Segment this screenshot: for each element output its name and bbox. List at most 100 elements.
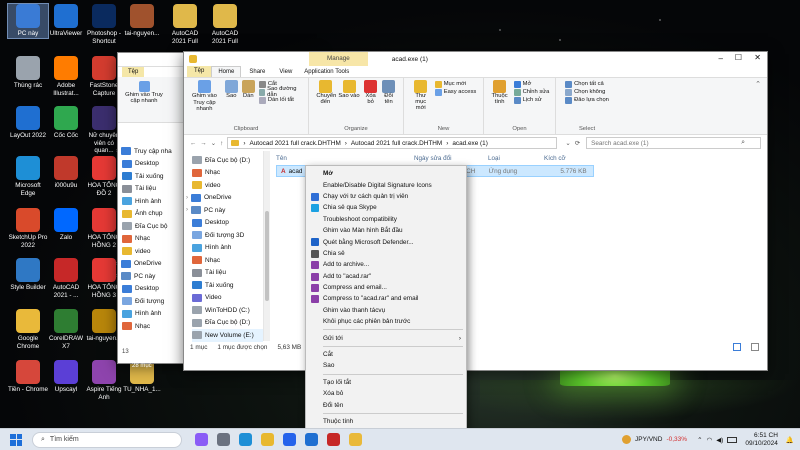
nav-item-video[interactable]: video bbox=[192, 179, 263, 192]
menu-item-add-to-acad-rar[interactable]: Add to "acad.rar" bbox=[306, 271, 466, 282]
desktop-icon-thung-rac[interactable]: Thùng rác bbox=[8, 56, 48, 90]
copy-button[interactable]: Sao bbox=[224, 80, 238, 99]
volume-icon[interactable]: ◀) bbox=[716, 436, 723, 444]
nav-item-dia-cuc-bo-d[interactable]: Đĩa Cục bộ (D:) bbox=[192, 317, 263, 330]
mail-icon[interactable] bbox=[304, 433, 318, 446]
nav-item-onedrive[interactable]: › OneDrive bbox=[116, 258, 180, 271]
menu-item-compress-and-email[interactable]: Compress and email... bbox=[306, 282, 466, 293]
notifications-icon[interactable]: 🔔 bbox=[786, 436, 794, 444]
nav-item-dia-cuc-bo-d[interactable]: Đĩa Cục bộ (D:) bbox=[192, 154, 263, 167]
clock[interactable]: 6:51 CH 09/10/2024 bbox=[745, 432, 778, 447]
task-view-icon[interactable] bbox=[216, 433, 230, 446]
pin-quick-access-button[interactable]: Ghim vào Truy cập nhanh bbox=[188, 80, 221, 113]
desktop-icon-microsoft-edge[interactable]: Microsoft Edge bbox=[8, 156, 48, 197]
nav-item-anh-chup[interactable]: Ảnh chụp bbox=[122, 208, 180, 221]
recent-dropdown-icon[interactable]: ⌄ bbox=[211, 139, 216, 147]
tab-file[interactable]: Tệp bbox=[187, 66, 212, 77]
breadcrumb-item[interactable]: Autocad 2021 full crack.DHTHM bbox=[249, 140, 340, 147]
context-menu[interactable]: Mở Enable/Disable Digital Signature Icons… bbox=[305, 165, 467, 432]
desktop-icon-layout-2022[interactable]: LayOut 2022 bbox=[8, 106, 48, 140]
menu-item-add-to-archive[interactable]: Add to archive... bbox=[306, 259, 466, 270]
menu-item-enable-disable-digital-signature-icons[interactable]: Enable/Disable Digital Signature Icons bbox=[306, 179, 466, 190]
column-date[interactable]: Ngày sửa đổi bbox=[414, 155, 488, 162]
menu-item-compress-to-acad-rar-and-email[interactable]: Compress to "acad.rar" and email bbox=[306, 293, 466, 304]
nav-item-truy-cap-nha[interactable]: › Truy cập nha bbox=[116, 145, 180, 158]
menu-item-gui-toi[interactable]: Gửi tới › bbox=[306, 332, 466, 343]
select-all-button[interactable]: Chọn tất cả bbox=[565, 80, 609, 88]
desktop-icon-tien-chrome[interactable]: Tiền - Chrome bbox=[8, 360, 48, 394]
nav-item-wintohdd-c[interactable]: WinToHDD (C:) bbox=[192, 304, 263, 317]
nav-item-doi-tuong-3d[interactable]: Đối tượng 3D bbox=[192, 229, 263, 242]
nav-item-hinh-anh[interactable]: Hình ảnh bbox=[192, 242, 263, 255]
desktop-icon-autocad-2021[interactable]: AutoCAD 2021 - ... bbox=[46, 258, 86, 299]
refresh-icon[interactable]: ⟳ bbox=[575, 139, 580, 147]
desktop-icon-adobe-illustrat[interactable]: Adobe Illustrat... bbox=[46, 56, 86, 97]
nav-item-tai-xuong[interactable]: Tải xuống bbox=[192, 279, 263, 292]
windows-start-icon[interactable] bbox=[10, 433, 22, 446]
new-item-button[interactable]: Mục mới bbox=[434, 80, 477, 88]
move-to-button[interactable]: Chuyển đến bbox=[316, 80, 336, 105]
forward-arrow-icon[interactable]: → bbox=[200, 140, 206, 147]
desktop-icon-google-chrome[interactable]: Google Chrome bbox=[8, 309, 48, 350]
close-icon[interactable]: ✕ bbox=[754, 53, 761, 62]
nav-item-doi-tuong[interactable]: Đối tượng bbox=[122, 295, 180, 308]
tab-view[interactable]: View bbox=[273, 69, 298, 75]
menu-item-doi-ten[interactable]: Đổi tên bbox=[306, 399, 466, 410]
copilot-icon[interactable] bbox=[194, 433, 208, 446]
rename-button[interactable]: Đổi tên bbox=[382, 80, 396, 105]
nav-item-pc-nay[interactable]: › PC này bbox=[116, 270, 180, 283]
tab-application-tools[interactable]: Application Tools bbox=[298, 69, 355, 75]
nav-item-desktop[interactable]: Desktop bbox=[122, 158, 180, 171]
desktop-icon-photoshop-shortcut[interactable]: Photoshop - Shortcut bbox=[84, 4, 124, 45]
back-pin-button[interactable]: Ghim vào Truy cập nhanh bbox=[124, 81, 164, 104]
menu-item-sao[interactable]: Sao bbox=[306, 360, 466, 371]
column-size[interactable]: Kích cỡ bbox=[544, 155, 594, 162]
minimize-icon[interactable]: – bbox=[719, 54, 723, 63]
expand-chevron-icon[interactable]: › bbox=[116, 273, 118, 279]
desktop-icon-coreldraw-x7[interactable]: CorelDRAW X7 bbox=[46, 309, 86, 350]
nav-item-new-volume-e[interactable]: New Volume (E:) bbox=[192, 329, 263, 342]
expand-chevron-icon[interactable]: › bbox=[116, 148, 118, 154]
desktop-icon-aspire-tieng-anh[interactable]: Aspire Tiếng Anh bbox=[84, 360, 124, 401]
desktop-icon-ultraviewer[interactable]: UltraViewer bbox=[46, 4, 86, 38]
column-name[interactable]: Tên bbox=[276, 155, 414, 162]
new-folder-button[interactable]: Thư mục mới bbox=[411, 80, 431, 111]
nav-item-tai-lieu[interactable]: Tài liệu bbox=[122, 183, 180, 196]
menu-item-chia-se-qua-skype[interactable]: Chia sẻ qua Skype bbox=[306, 202, 466, 213]
desktop-icon-upscayl[interactable]: Upscayl bbox=[46, 360, 86, 394]
desktop-icon-sketchup-pro-2022[interactable]: SketchUp Pro 2022 bbox=[8, 208, 48, 249]
nav-item-pc-nay[interactable]: › PC này bbox=[186, 204, 263, 217]
nav-item-desktop[interactable]: Desktop bbox=[192, 217, 263, 230]
nav-item-hinh-anh[interactable]: Hình ảnh bbox=[122, 195, 180, 208]
desktop-icon-coc-coc[interactable]: Cốc Cốc bbox=[46, 106, 86, 140]
menu-item-ghim-vao-thanh-tacvu[interactable]: Ghim vào thanh tácvụ bbox=[306, 305, 466, 316]
details-view-icon[interactable] bbox=[733, 343, 741, 351]
desktop-icon-i000u9u[interactable]: i000u9u bbox=[46, 156, 86, 190]
expand-chevron-icon[interactable]: › bbox=[186, 195, 188, 201]
ribbon-collapse-icon[interactable]: ⌃ bbox=[755, 80, 761, 88]
expand-chevron-icon[interactable]: › bbox=[116, 261, 118, 267]
tab-share[interactable]: Share bbox=[241, 69, 273, 75]
nav-item-onedrive[interactable]: › OneDrive bbox=[186, 192, 263, 205]
currency-pair[interactable]: JPY/VND bbox=[635, 436, 662, 443]
menu-item-ghim-vao-man-hinh-bat-dau[interactable]: Ghim vào Màn hình Bắt đầu bbox=[306, 225, 466, 236]
nav-pane[interactable]: Đĩa Cục bộ (D:) Nhạc video › OneDrive › PC này… bbox=[184, 151, 264, 342]
open-button[interactable]: Mở bbox=[513, 80, 550, 88]
autocad-icon[interactable] bbox=[326, 433, 340, 446]
menu-item-chia-se[interactable]: Chia sẻ bbox=[306, 248, 466, 259]
edge-icon[interactable] bbox=[238, 433, 252, 446]
taskbar-search[interactable]: ⌕ Tìm kiếm bbox=[32, 431, 182, 448]
store-icon[interactable] bbox=[282, 433, 296, 446]
menu-item-chay-voi-tu-cach-quan-tri-vien[interactable]: Chạy với tư cách quản trị viên bbox=[306, 191, 466, 202]
chrome-icon[interactable] bbox=[348, 433, 362, 446]
delete-button[interactable]: Xóa bỏ bbox=[364, 80, 378, 105]
nav-item-nhac[interactable]: Nhạc bbox=[192, 254, 263, 267]
tiles-view-icon[interactable] bbox=[751, 343, 759, 351]
desktop-icon-autocad-2021-full[interactable]: AutoCAD 2021 Full bbox=[205, 4, 245, 45]
file-explorer-icon[interactable] bbox=[260, 433, 274, 446]
nav-item-hinh-anh[interactable]: Hình ảnh bbox=[122, 308, 180, 321]
wifi-icon[interactable]: ◠ bbox=[707, 436, 713, 444]
menu-item-cat[interactable]: Cắt bbox=[306, 349, 466, 360]
breadcrumb-item[interactable]: acad.exe (1) bbox=[452, 140, 488, 147]
search-box[interactable]: ⌕ bbox=[586, 137, 762, 149]
